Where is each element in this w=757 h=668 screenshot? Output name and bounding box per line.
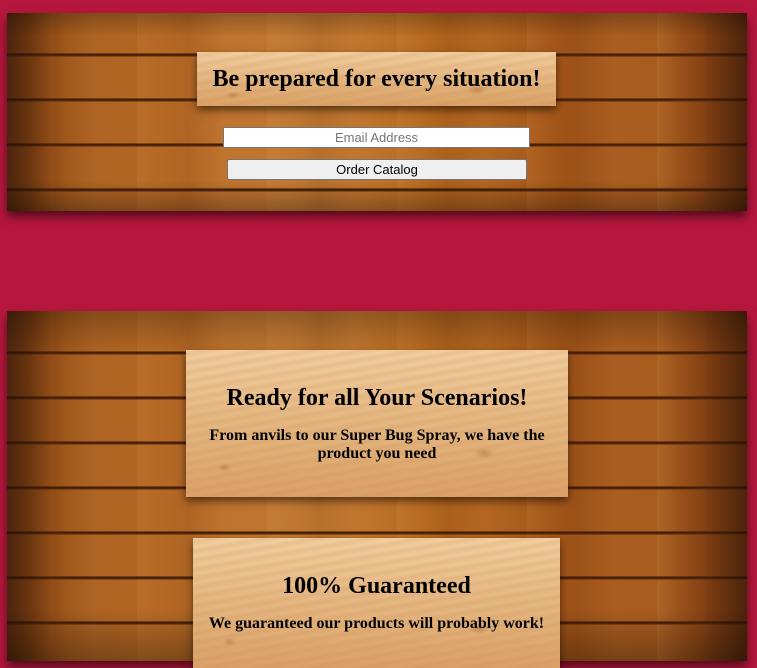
email-input[interactable] <box>223 127 530 148</box>
hero-section: Be prepared for every situation! Order C… <box>7 13 747 211</box>
feature-card-title: Ready for all Your Scenarios! <box>226 385 528 411</box>
feature-card-guarantee: 100% Guaranteed We guaranteed our produc… <box>193 538 560 668</box>
order-catalog-button[interactable]: Order Catalog <box>227 159 527 180</box>
feature-card-text: We guaranteed our products will probably… <box>208 615 545 632</box>
features-section: Ready for all Your Scenarios! From anvil… <box>7 311 747 668</box>
feature-card-scenarios: Ready for all Your Scenarios! From anvil… <box>186 350 568 497</box>
feature-card-title: 100% Guaranteed <box>282 573 471 599</box>
hero-title: Be prepared for every situation! <box>212 66 541 92</box>
feature-card-text: From anvils to our Super Bug Spray, we h… <box>209 427 545 462</box>
hero-title-panel: Be prepared for every situation! <box>197 52 556 106</box>
